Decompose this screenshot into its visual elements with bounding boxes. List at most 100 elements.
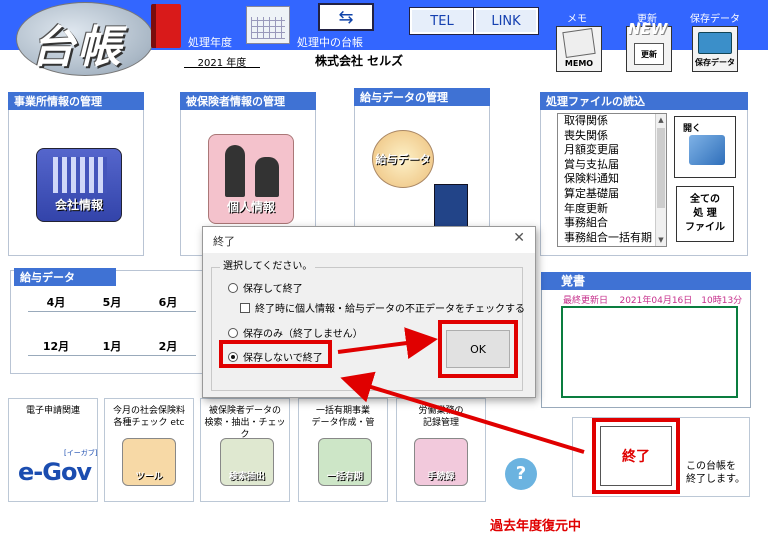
help-icon[interactable]: ? xyxy=(505,458,537,490)
checkbox-validate[interactable]: 終了時に個人情報・給与データの不正データをチェックする xyxy=(240,300,525,315)
list-item[interactable]: 算定基礎届 xyxy=(558,187,666,202)
memo-label: メモ xyxy=(567,14,587,25)
magnifier-icon[interactable]: 検索抽出 xyxy=(220,438,274,486)
list-item[interactable]: 事務組合 xyxy=(558,216,666,231)
month-cell[interactable]: 6月 xyxy=(140,294,196,312)
fiscal-year-label: 処理年度 xyxy=(188,36,232,49)
company-name: 株式会社 セルズ xyxy=(315,54,404,68)
current-ledger-label: 処理中の台帳 xyxy=(297,36,363,49)
egov-logo[interactable]: e-Gov xyxy=(18,458,92,486)
scroll-thumb[interactable] xyxy=(657,128,665,208)
month-cell[interactable]: 2月 xyxy=(140,338,196,356)
logo-text: 台帳 xyxy=(31,22,123,73)
list-item[interactable]: 事務組合一括有期 xyxy=(558,231,666,246)
exit-note: この台帳を 終了します。 xyxy=(686,460,745,486)
binder-icon xyxy=(434,184,468,230)
toolbox-icon xyxy=(698,32,732,54)
salary-panel-title: 給与データの管理 xyxy=(354,88,490,106)
egov-sub: [イーガブ] xyxy=(64,449,98,457)
file-list[interactable]: 取得関係 喪失関係 月額変更届 賞与支払届 保険料通知 算定基礎届 年度更新 事… xyxy=(557,113,667,247)
list-item[interactable]: 年度更新 xyxy=(558,202,666,217)
month-cell[interactable]: 12月 xyxy=(28,338,84,356)
file-panel-title: 処理ファイルの読込 xyxy=(540,92,748,110)
all-files-button[interactable]: 全ての 処 理 ファイル xyxy=(676,186,734,242)
list-item[interactable]: 取得関係 xyxy=(558,114,666,129)
personal-info-label: 個人情報 xyxy=(226,200,275,214)
radio-icon[interactable] xyxy=(228,282,238,293)
restore-status: 過去年度復元中 xyxy=(490,519,582,534)
radio-save-only[interactable]: 保存のみ（終了しません） xyxy=(228,325,363,340)
last-updated-value: 2021年04月16日 10時13分 xyxy=(619,296,743,306)
last-updated-label: 最終更新日 xyxy=(563,296,609,306)
memo-pad-icon xyxy=(562,28,596,58)
building-icon xyxy=(53,157,107,193)
all-files-line: 処 理 xyxy=(693,208,717,219)
memo-button[interactable]: MEMO xyxy=(556,26,602,72)
month-cell[interactable]: 5月 xyxy=(84,294,140,312)
tile-label: 今月の社会保険料 xyxy=(112,406,185,416)
switch-ledger-button[interactable]: ⇆ xyxy=(318,3,374,31)
month-cell[interactable]: 4月 xyxy=(28,294,84,312)
app-logo: 台帳 xyxy=(16,2,154,76)
salary-grid-title: 給与データ xyxy=(14,268,116,286)
company-info-button[interactable]: 会社情報 xyxy=(36,148,122,222)
radio-save-exit[interactable]: 保存して終了 xyxy=(228,280,303,295)
exit-note-line: この台帳を xyxy=(686,461,736,472)
all-files-line: ファイル xyxy=(685,222,725,233)
tile-label: 各種チェック etc xyxy=(113,418,185,428)
month-cell[interactable]: 1月 xyxy=(84,338,140,356)
save-icon-label: 保存データ xyxy=(695,58,735,67)
list-item[interactable]: 喪失関係 xyxy=(558,129,666,144)
office-panel-title: 事業所情報の管理 xyxy=(8,92,144,110)
update-icon: 更新 xyxy=(634,43,664,65)
memo-textarea[interactable] xyxy=(561,306,738,398)
list-item[interactable]: 保険料通知 xyxy=(558,172,666,187)
salary-data-button[interactable]: 給与データ xyxy=(372,130,434,188)
close-icon[interactable]: ✕ xyxy=(513,230,525,246)
person-icon xyxy=(225,145,245,197)
seated-person-icon xyxy=(255,157,279,197)
dialog-title: 終了 xyxy=(213,235,235,248)
new-badge: NEW xyxy=(628,20,668,38)
open-file-button[interactable]: 開く xyxy=(674,116,736,178)
radio-icon[interactable] xyxy=(228,327,238,338)
insured-panel-title: 被保険者情報の管理 xyxy=(180,92,316,110)
tile-label: 記録管理 xyxy=(422,418,459,428)
memo-icon-label: MEMO xyxy=(564,59,594,68)
tile-label: データ作成・管 xyxy=(311,418,375,428)
fiscal-year-value: 2021 年度 xyxy=(184,54,260,69)
highlight-exit xyxy=(592,418,680,494)
memo-title: 覚書 xyxy=(541,272,751,290)
radio-label: 保存のみ（終了しません） xyxy=(243,329,363,340)
tel-button[interactable]: TEL xyxy=(409,7,475,35)
company-info-label: 会社情報 xyxy=(54,198,103,212)
handshake-icon[interactable]: 手続録 xyxy=(414,438,468,486)
tile-label: 電子申請関連 xyxy=(25,406,80,416)
tile-label: 一括有期事業 xyxy=(315,406,370,416)
list-item[interactable]: 月額変更届 xyxy=(558,143,666,158)
save-data-label: 保存データ xyxy=(690,14,740,25)
checkbox-icon[interactable] xyxy=(240,302,250,313)
personal-info-button[interactable]: 個人情報 xyxy=(208,134,294,224)
highlight-ok xyxy=(438,320,518,378)
tile-label: 労働業務の xyxy=(418,406,464,416)
tools-icon[interactable]: ツール xyxy=(122,438,176,486)
scroll-up-icon[interactable]: ▲ xyxy=(656,114,666,126)
link-button[interactable]: LINK xyxy=(473,7,539,35)
open-label: 開く xyxy=(683,124,702,134)
tile-label: 被保険者データの xyxy=(208,406,281,416)
file-list-scrollbar[interactable]: ▲ ▼ xyxy=(655,114,666,246)
checkbox-label: 終了時に個人情報・給与データの不正データをチェックする xyxy=(255,304,525,315)
exit-note-line: 終了します。 xyxy=(686,474,745,485)
app-window: 台帳 処理年度 ⇆ 処理中の台帳 TEL LINK 2021 年度 株式会社 セ… xyxy=(0,0,768,541)
dialog-prompt: 選択してください。 xyxy=(220,257,316,272)
header: 台帳 処理年度 ⇆ 処理中の台帳 TEL LINK 2021 年度 株式会社 セ… xyxy=(0,0,768,76)
list-item[interactable]: 賞与支払届 xyxy=(558,158,666,173)
swap-arrows-icon: ⇆ xyxy=(338,6,354,28)
book-icon[interactable] xyxy=(151,4,181,48)
radio-label: 保存して終了 xyxy=(243,284,303,295)
scroll-down-icon[interactable]: ▼ xyxy=(656,234,666,246)
shovel-icon[interactable]: 一括有期 xyxy=(318,438,372,486)
calendar-icon[interactable] xyxy=(246,6,290,44)
save-data-button[interactable]: 保存データ xyxy=(692,26,738,72)
